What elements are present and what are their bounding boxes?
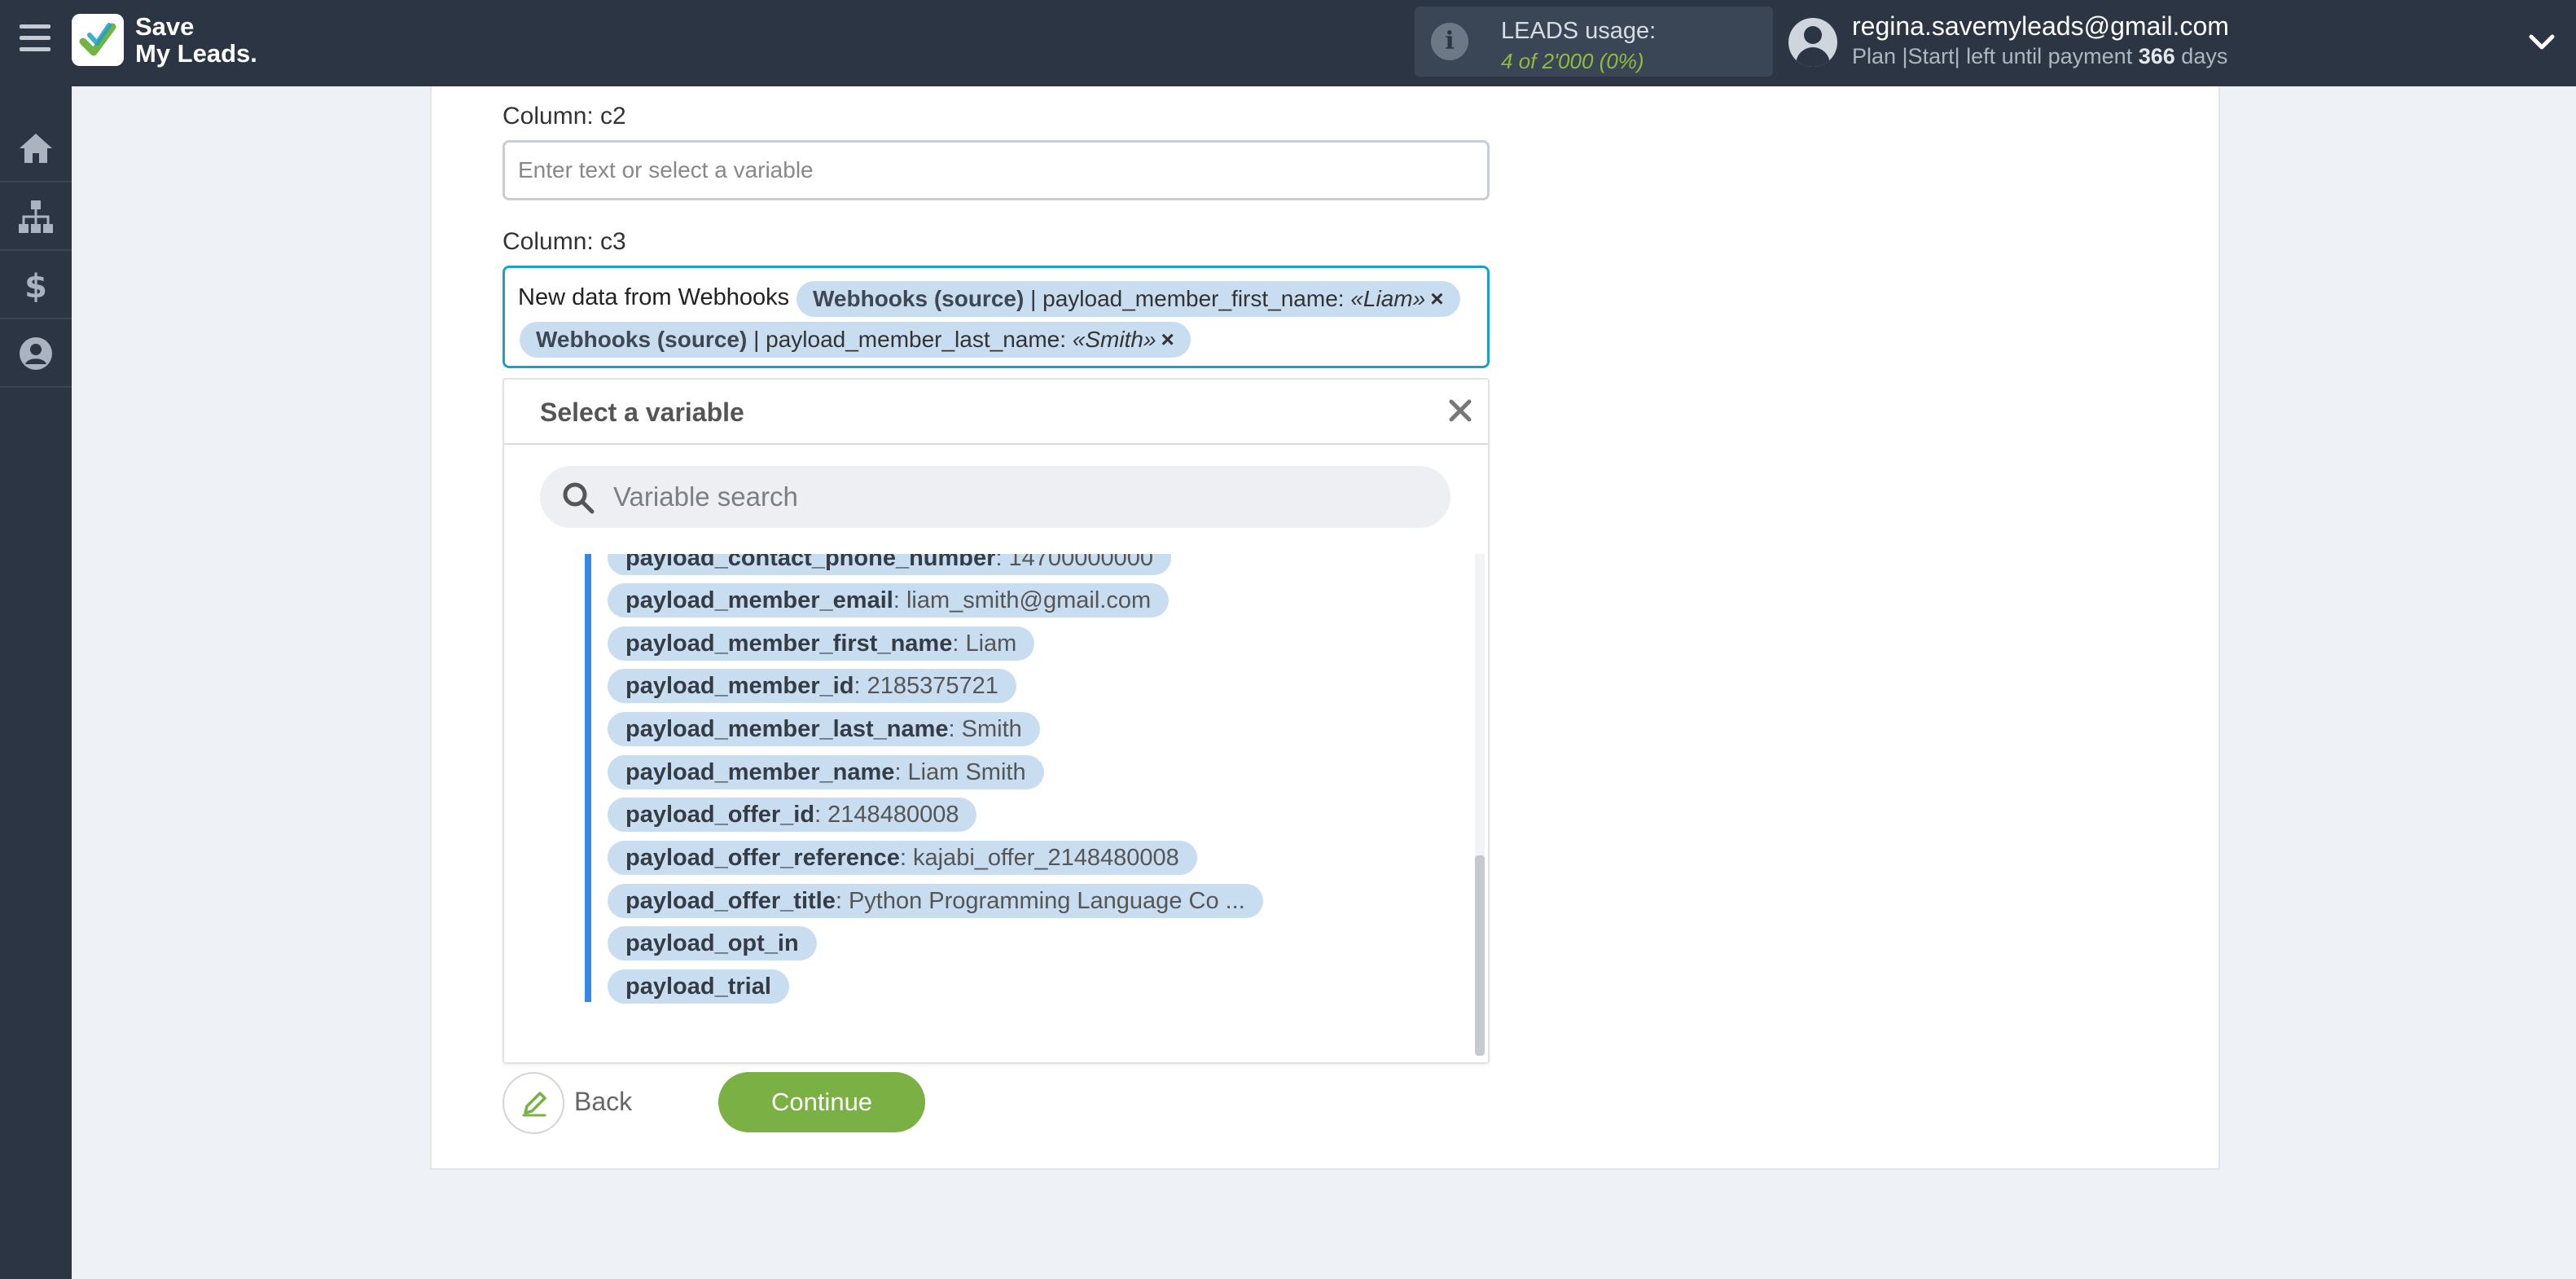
home-icon <box>20 134 52 163</box>
panel-title: Select a variable <box>540 398 744 427</box>
back-button[interactable]: Back <box>574 1087 632 1117</box>
column-c2-label: Column: c2 <box>502 103 626 130</box>
remove-tag-icon[interactable]: × <box>1161 327 1174 352</box>
user-email: regina.savemyleads@gmail.com <box>1852 11 2229 41</box>
tag-field: | payload_member_first_name: <box>1024 286 1351 311</box>
tag-field: | payload_member_last_name: <box>747 327 1073 352</box>
sidebar-item-home[interactable] <box>0 116 72 182</box>
plan-days-unit: days <box>2181 44 2228 68</box>
column-c3-input[interactable]: New data from Webhooks Webhooks (source)… <box>502 266 1490 368</box>
plan-days: 366 <box>2138 44 2175 68</box>
variable-item[interactable]: payload_member_name: Liam Smith <box>608 755 1044 789</box>
column-c3-label: Column: c3 <box>502 228 626 255</box>
list-accent-bar <box>585 554 591 1002</box>
tag-value: «Smith» <box>1072 327 1156 352</box>
variable-item[interactable]: payload_trial <box>608 969 789 1004</box>
variable-item[interactable]: payload_opt_in <box>608 926 817 960</box>
scrollbar-thumb[interactable] <box>1475 855 1485 1056</box>
close-icon[interactable] <box>1446 396 1475 425</box>
plan-text: Plan |Start| left until payment <box>1852 44 2133 68</box>
usage-percent: (0%) <box>1599 49 1644 73</box>
variable-tag: Webhooks (source) | payload_member_first… <box>796 281 1460 317</box>
logo-icon[interactable] <box>72 14 124 66</box>
chevron-down-icon[interactable] <box>2528 29 2556 54</box>
variable-item[interactable]: payload_offer_id: 2148480008 <box>608 798 977 832</box>
user-avatar-icon[interactable] <box>1788 18 1837 67</box>
svg-text:$: $ <box>24 268 47 304</box>
continue-button[interactable]: Continue <box>718 1072 925 1132</box>
tag-source: Webhooks (source) <box>536 327 748 352</box>
pencil-icon <box>522 1092 546 1117</box>
tag-source: Webhooks (source) <box>813 286 1025 311</box>
leads-usage-panel: i LEADS usage: 4 of 2'000 (0%) <box>1415 7 1773 77</box>
variable-select-panel: Select a variable payload_contact_phone_… <box>502 378 1490 1064</box>
usage-used: 4 <box>1501 49 1513 73</box>
variable-tag: Webhooks (source) | payload_member_last_… <box>520 322 1191 358</box>
variable-list: payload_contact_phone_number: 1470000000… <box>504 554 1488 1043</box>
variable-item[interactable]: payload_offer_title: Python Programming … <box>608 884 1263 918</box>
info-icon[interactable]: i <box>1431 23 1468 60</box>
logo-line-1: Save <box>135 12 195 41</box>
tag-value: «Liam» <box>1350 286 1426 311</box>
search-icon <box>563 482 595 514</box>
sidebar-item-account[interactable] <box>0 321 72 388</box>
sidebar-item-billing[interactable]: $ <box>0 253 72 319</box>
plan-info: Plan |Start| left until payment 366 days <box>1852 44 2227 69</box>
sidebar: $ <box>0 86 72 1279</box>
variable-item[interactable]: payload_offer_reference: kajabi_offer_21… <box>608 841 1197 875</box>
menu-icon[interactable] <box>20 24 50 60</box>
variable-search-box <box>540 466 1450 528</box>
logo-text: Save My Leads. <box>135 13 257 67</box>
usage-value: 4 of 2'000 (0%) <box>1501 49 1644 74</box>
panel-header: Select a variable <box>504 380 1488 445</box>
variable-item[interactable]: payload_member_last_name: Smith <box>608 712 1040 746</box>
sitemap-icon <box>19 200 53 233</box>
variable-item[interactable]: payload_contact_phone_number: 1470000000… <box>608 554 1171 575</box>
logo-line-2: My Leads. <box>135 39 257 68</box>
remove-tag-icon[interactable]: × <box>1430 286 1443 311</box>
sidebar-item-connections[interactable] <box>0 184 72 251</box>
c3-plain-text: New data from Webhooks <box>518 284 790 310</box>
variable-item[interactable]: payload_member_id: 2185375721 <box>608 669 1016 703</box>
user-circle-icon <box>20 337 52 370</box>
variable-item[interactable]: payload_member_email: liam_smith@gmail.c… <box>608 583 1170 618</box>
list-scrollbar[interactable] <box>1475 554 1485 1056</box>
dollar-icon: $ <box>24 268 47 304</box>
variable-item[interactable]: payload_member_first_name: Liam <box>608 626 1035 661</box>
variable-search-input[interactable] <box>613 466 1428 528</box>
column-c2-input[interactable] <box>502 140 1490 200</box>
usage-of: of 2'000 <box>1518 49 1594 73</box>
top-bar: Save My Leads. i LEADS usage: 4 of 2'000… <box>0 0 2576 86</box>
back-edit-button[interactable] <box>502 1072 564 1134</box>
usage-label: LEADS usage: <box>1501 18 1657 44</box>
